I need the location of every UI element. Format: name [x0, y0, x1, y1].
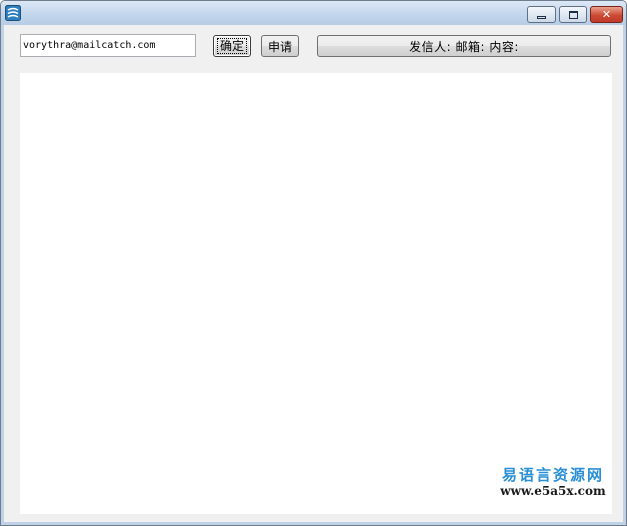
minimize-button[interactable]: [527, 6, 556, 23]
confirm-button-label: 确定: [216, 38, 247, 54]
email-input[interactable]: [20, 34, 196, 57]
apply-button[interactable]: 申请: [261, 35, 299, 57]
sender-info-label: 发信人: 邮箱: 内容:: [409, 39, 519, 54]
apply-button-label: 申请: [267, 39, 292, 54]
confirm-button[interactable]: 确定: [213, 35, 251, 57]
maximize-button[interactable]: [559, 6, 587, 23]
app-window: ✕ 确定 申请 发信人: 邮箱: 内容: 易语言资源网 www.e5a5x.co…: [0, 0, 627, 526]
sender-info-button[interactable]: 发信人: 邮箱: 内容:: [317, 35, 611, 57]
maximize-icon: [568, 10, 578, 19]
watermark: 易语言资源网 www.e5a5x.com: [489, 466, 617, 499]
watermark-url: www.e5a5x.com: [500, 484, 606, 498]
app-icon: [5, 5, 21, 21]
mail-content-area[interactable]: [20, 73, 612, 514]
title-bar[interactable]: ✕: [1, 1, 626, 25]
close-icon: ✕: [601, 8, 612, 21]
client-area: 确定 申请 发信人: 邮箱: 内容:: [4, 25, 623, 522]
close-button[interactable]: ✕: [590, 6, 623, 23]
watermark-cn: 易语言资源网: [501, 466, 604, 484]
minimize-icon: [537, 15, 546, 19]
